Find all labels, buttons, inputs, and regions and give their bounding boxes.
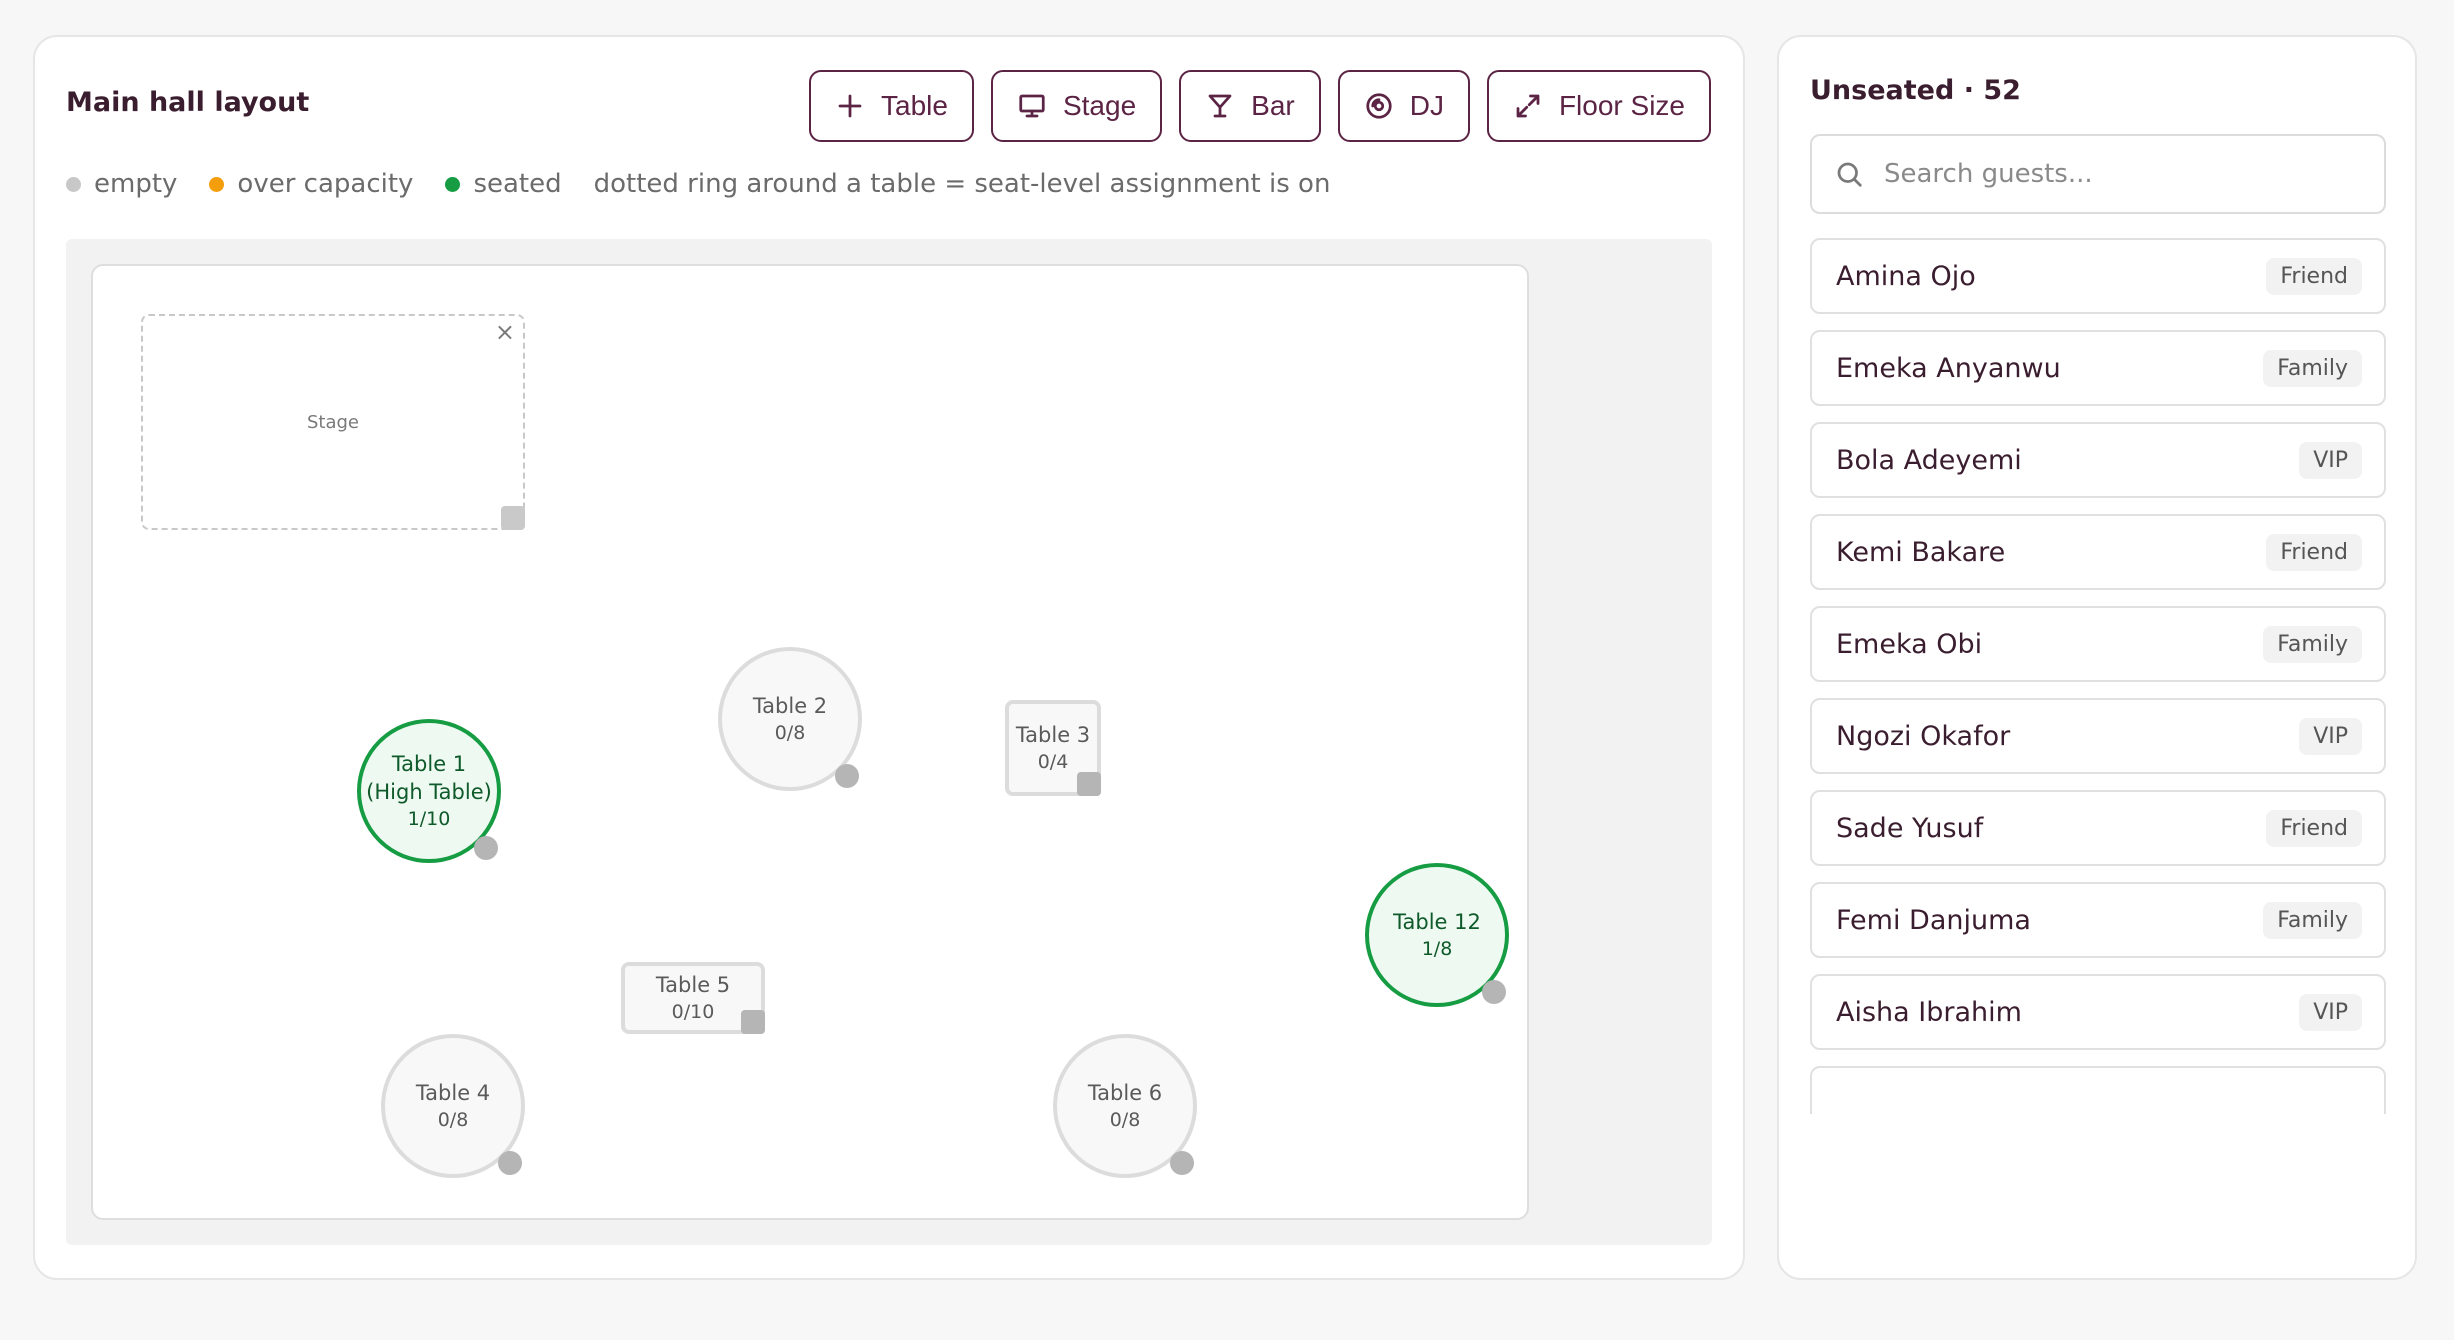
resize-handle[interactable] <box>501 506 525 530</box>
guest-name: Sade Yusuf <box>1836 812 1984 844</box>
guest-row[interactable]: Emeka Obi Family <box>1810 606 2386 682</box>
guest-row[interactable]: Ngozi Okafor VIP <box>1810 698 2386 774</box>
guest-tag: VIP <box>2299 441 2362 479</box>
table-count: 0/4 <box>1037 751 1069 773</box>
guest-tag: Friend <box>2266 257 2362 295</box>
guest-row[interactable]: Sade Yusuf Friend <box>1810 790 2386 866</box>
add-dj-label: DJ <box>1409 90 1444 121</box>
table-name: Table 4 <box>415 1081 491 1105</box>
guest-tag: Friend <box>2266 809 2362 847</box>
guest-panel: Unseated · 52 Amina Ojo Friend Emeka Any… <box>1777 35 2417 1280</box>
page-title: Main hall layout <box>66 87 310 118</box>
table-count: 0/8 <box>1109 1109 1141 1131</box>
search-box[interactable] <box>1810 134 2386 214</box>
floor-plan[interactable]: Stage × Table 1 (High Table) 1/10 Table … <box>91 264 1529 1220</box>
add-table-button[interactable]: Table <box>809 70 974 142</box>
table-name: Table 12 <box>1393 910 1481 934</box>
resize-handle[interactable] <box>1482 980 1506 1004</box>
guest-tag: Friend <box>2266 533 2362 571</box>
empty-dot-icon <box>66 176 81 192</box>
table-count: 0/10 <box>671 1001 715 1023</box>
close-icon[interactable]: × <box>495 320 515 344</box>
guest-list: Amina Ojo Friend Emeka Anyanwu Family Bo… <box>1810 238 2386 1114</box>
guest-row[interactable]: Kemi Bakare Friend <box>1810 514 2386 590</box>
disc-icon <box>1366 93 1392 119</box>
cocktail-glass-icon <box>1208 94 1232 118</box>
layout-panel: Main hall layout Table Stage Bar DJ Floo… <box>33 35 1745 1280</box>
guest-name: Ngozi Okafor <box>1836 720 2011 752</box>
over-capacity-dot-icon <box>209 176 225 192</box>
table-count: 1/8 <box>1421 938 1453 960</box>
guest-row[interactable]: Femi Danjuma Family <box>1810 882 2386 958</box>
add-bar-label: Bar <box>1251 90 1295 121</box>
unseated-title: Unseated · 52 <box>1810 75 2021 106</box>
legend-seated-label: seated <box>473 169 562 199</box>
guest-name: Kemi Bakare <box>1836 536 2006 568</box>
table-6[interactable]: Table 6 0/8 <box>1053 1034 1197 1178</box>
table-count: 0/8 <box>437 1109 469 1131</box>
table-count: 0/8 <box>774 722 806 744</box>
table-name: Table 3 <box>1015 723 1091 747</box>
table-4[interactable]: Table 4 0/8 <box>381 1034 525 1178</box>
guest-name: Amina Ojo <box>1836 260 1976 292</box>
table-5[interactable]: Table 5 0/10 <box>621 962 765 1034</box>
expand-icon <box>1516 94 1540 118</box>
table-count: 1/10 <box>407 808 451 830</box>
guest-name: Aisha Ibrahim <box>1836 996 2022 1028</box>
add-bar-button[interactable]: Bar <box>1179 70 1321 142</box>
presentation-icon <box>1019 94 1045 118</box>
resize-handle[interactable] <box>741 1010 765 1034</box>
add-stage-button[interactable]: Stage <box>990 70 1163 142</box>
legend-empty: empty <box>66 169 177 199</box>
floor-size-label: Floor Size <box>1558 90 1685 121</box>
toolbar: Table Stage Bar DJ Floor Size <box>809 70 1711 142</box>
table-subtitle: (High Table) <box>366 780 492 804</box>
guest-name: Emeka Obi <box>1836 628 1983 660</box>
legend-seated: seated <box>445 169 562 199</box>
floor-canvas: Stage × Table 1 (High Table) 1/10 Table … <box>66 239 1712 1245</box>
table-name: Table 6 <box>1087 1081 1163 1105</box>
table-2[interactable]: Table 2 0/8 <box>718 647 862 791</box>
legend-over-capacity: over capacity <box>209 169 413 199</box>
guest-tag: VIP <box>2299 717 2362 755</box>
guest-tag: Family <box>2263 901 2362 939</box>
guest-row[interactable]: Bola Adeyemi VIP <box>1810 422 2386 498</box>
seated-dot-icon <box>445 176 461 192</box>
add-stage-label: Stage <box>1062 90 1137 121</box>
table-name: Table 5 <box>655 973 731 997</box>
table-name: Table 1 <box>391 752 467 776</box>
legend-over-capacity-label: over capacity <box>237 169 414 199</box>
legend-empty-label: empty <box>94 169 178 199</box>
table-3[interactable]: Table 3 0/4 <box>1005 700 1101 796</box>
add-table-label: Table <box>881 90 948 121</box>
resize-handle[interactable] <box>498 1151 522 1175</box>
guest-name: Bola Adeyemi <box>1836 444 2022 476</box>
floor-size-button[interactable]: Floor Size <box>1486 70 1711 142</box>
search-input[interactable] <box>1884 159 2364 189</box>
add-dj-button[interactable]: DJ <box>1337 70 1470 142</box>
stage-label: Stage <box>306 411 359 433</box>
table-name: Table 2 <box>752 694 828 718</box>
stage-element[interactable]: Stage × <box>141 314 525 530</box>
guest-row[interactable]: Emeka Anyanwu Family <box>1810 330 2386 406</box>
resize-handle[interactable] <box>835 764 859 788</box>
legend: empty over capacity seated dotted ring a… <box>66 169 1330 199</box>
guest-tag: VIP <box>2299 993 2362 1031</box>
resize-handle[interactable] <box>1170 1151 1194 1175</box>
table-12[interactable]: Table 12 1/8 <box>1365 863 1509 1007</box>
plus-icon <box>838 94 862 118</box>
guest-tag: Family <box>2263 349 2362 387</box>
guest-row[interactable]: Amina Ojo Friend <box>1810 238 2386 314</box>
resize-handle[interactable] <box>474 836 498 860</box>
guest-tag: Family <box>2263 625 2362 663</box>
resize-handle[interactable] <box>1077 772 1101 796</box>
table-1[interactable]: Table 1 (High Table) 1/10 <box>357 719 501 863</box>
guest-row[interactable]: Aisha Ibrahim VIP <box>1810 974 2386 1050</box>
guest-row-partial[interactable] <box>1810 1066 2386 1114</box>
guest-name: Emeka Anyanwu <box>1836 352 2061 384</box>
search-icon <box>1837 162 1862 187</box>
guest-name: Femi Danjuma <box>1836 904 2031 936</box>
legend-note: dotted ring around a table = seat-level … <box>593 169 1331 199</box>
